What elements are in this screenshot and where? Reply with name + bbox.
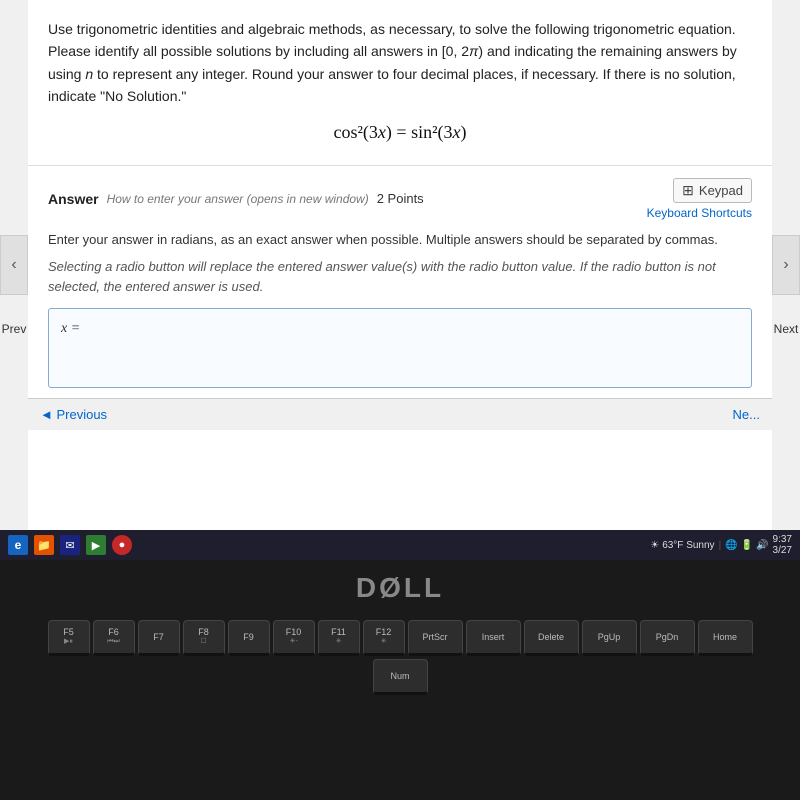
key-prtscr[interactable]: PrtScr	[408, 620, 463, 656]
answer-section: Answer How to enter your answer (opens in…	[28, 166, 772, 389]
radians-instructions: Enter your answer in radians, as an exac…	[48, 230, 752, 250]
key-f8-label: F8	[198, 627, 209, 638]
answer-bold-label: Answer	[48, 191, 99, 207]
answer-label: x =	[61, 321, 739, 337]
taskbar-icon-mail[interactable]: ✉	[60, 535, 80, 555]
key-prtscr-label: PrtScr	[422, 632, 447, 643]
key-f7-label: F7	[153, 632, 164, 643]
taskbar-separator: |	[719, 540, 722, 551]
keyboard-shortcuts-link[interactable]: Keyboard Shortcuts	[647, 206, 752, 220]
nav-left-chevron: ‹	[11, 256, 16, 274]
radio-instructions: Selecting a radio button will replace th…	[48, 257, 752, 296]
keypad-icon: ⊞	[682, 182, 694, 199]
keypad-label: Keypad	[699, 183, 743, 198]
key-home-label: Home	[713, 632, 737, 643]
points-badge: 2 Points	[377, 191, 424, 206]
keypad-button[interactable]: ⊞ Keypad	[673, 178, 752, 203]
how-to-enter-link[interactable]: How to enter your answer (opens in new w…	[107, 192, 369, 206]
answer-input[interactable]	[88, 321, 739, 337]
key-insert[interactable]: Insert	[466, 620, 521, 656]
battery-icon[interactable]: 🔋	[741, 540, 753, 551]
key-f10-label: F10	[286, 627, 302, 638]
time-display: 9:37 3/27	[773, 534, 792, 556]
answer-header-left: Answer How to enter your answer (opens in…	[48, 191, 424, 207]
x-equals-label: x =	[61, 321, 80, 337]
prev-label: Prev	[0, 322, 28, 336]
taskbar-icons-group: 🌐 🔋 🔊	[725, 540, 768, 551]
question-text: Use trigonometric identities and algebra…	[48, 18, 752, 108]
taskbar-right: ☀ 63°F Sunny | 🌐 🔋 🔊 9:37 3/27	[650, 534, 792, 556]
key-num[interactable]: Num	[373, 659, 428, 695]
next-label: Next	[772, 322, 800, 336]
taskbar-icon-browser[interactable]: e	[8, 535, 28, 555]
bottom-nav: ◄ Previous Ne...	[28, 398, 772, 430]
taskbar-icon-app2[interactable]: ●	[112, 535, 132, 555]
key-delete-label: Delete	[538, 632, 564, 643]
key-f11[interactable]: F11✳	[318, 620, 360, 656]
time-text: 9:37	[773, 534, 792, 545]
volume-icon[interactable]: 🔊	[756, 540, 768, 551]
question-section: Use trigonometric identities and algebra…	[28, 0, 772, 166]
keypad-area: ⊞ Keypad Keyboard Shortcuts	[647, 178, 752, 220]
browser-area: ‹ Prev › Next Use trigonometric identiti…	[0, 0, 800, 530]
key-f6-label: F6	[108, 627, 119, 638]
taskbar-icon-folder[interactable]: 📁	[34, 535, 54, 555]
key-f10[interactable]: F10☀-	[273, 620, 315, 656]
key-home[interactable]: Home	[698, 620, 753, 656]
keyboard: F5▶⏸ F6⏮⏭ F7 F8☐ F9 F10☀- F11✳ F12✳ PrtS…	[10, 620, 790, 698]
key-insert-label: Insert	[482, 632, 505, 643]
key-f8[interactable]: F8☐	[183, 620, 225, 656]
date-text: 3/27	[773, 545, 792, 556]
network-icon[interactable]: 🌐	[725, 540, 737, 551]
key-pgdn-label: PgDn	[656, 632, 679, 643]
key-pgup-label: PgUp	[598, 632, 621, 643]
next-partial-link[interactable]: Ne...	[733, 407, 760, 422]
taskbar-icon-app1[interactable]: ▶	[86, 535, 106, 555]
key-f9[interactable]: F9	[228, 620, 270, 656]
key-pgdn[interactable]: PgDn	[640, 620, 695, 656]
content-panel: Use trigonometric identities and algebra…	[28, 0, 772, 530]
key-f5[interactable]: F5▶⏸	[48, 620, 90, 656]
nav-right-button[interactable]: ›	[772, 235, 800, 295]
key-f11-label: F11	[331, 627, 346, 638]
math-equation: cos²(3x) = sin²(3x)	[48, 122, 752, 143]
weather-icon: ☀	[650, 540, 659, 551]
weather-info: ☀ 63°F Sunny	[650, 540, 714, 551]
key-num-label: Num	[390, 671, 409, 682]
function-key-row: F5▶⏸ F6⏮⏭ F7 F8☐ F9 F10☀- F11✳ F12✳ PrtS…	[20, 620, 780, 656]
nav-right-chevron: ›	[783, 256, 788, 274]
key-pgup[interactable]: PgUp	[582, 620, 637, 656]
key-delete[interactable]: Delete	[524, 620, 579, 656]
laptop-body: DØLL F5▶⏸ F6⏮⏭ F7 F8☐ F9 F10☀- F11✳ F12✳…	[0, 560, 800, 800]
key-f5-label: F5	[63, 627, 74, 638]
key-f9-label: F9	[243, 632, 254, 643]
num-row: Num	[20, 659, 780, 695]
taskbar: e 📁 ✉ ▶ ● ☀ 63°F Sunny | 🌐 🔋 🔊 9:37 3/27	[0, 530, 800, 560]
answer-header: Answer How to enter your answer (opens in…	[48, 178, 752, 220]
nav-left-button[interactable]: ‹	[0, 235, 28, 295]
key-f12[interactable]: F12✳	[363, 620, 405, 656]
dell-logo: DØLL	[356, 572, 444, 604]
key-f12-label: F12	[376, 627, 392, 638]
previous-link[interactable]: ◄ Previous	[40, 407, 107, 422]
weather-text: 63°F Sunny	[662, 540, 714, 551]
key-f7[interactable]: F7	[138, 620, 180, 656]
key-f6[interactable]: F6⏮⏭	[93, 620, 135, 656]
answer-input-area[interactable]: x =	[48, 308, 752, 388]
